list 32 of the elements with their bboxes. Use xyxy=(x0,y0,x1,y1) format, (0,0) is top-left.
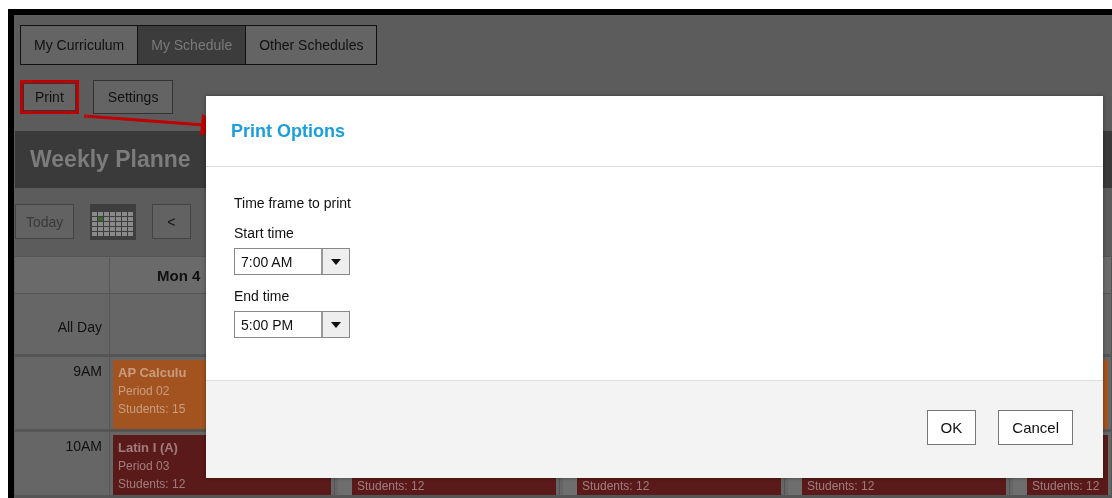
event-detail: Period 03 xyxy=(118,458,171,475)
caret-icon xyxy=(331,258,341,265)
section-label: Time frame to print xyxy=(234,195,352,211)
event-detail: Students: 15 xyxy=(118,401,187,418)
dialog-title: Print Options xyxy=(231,120,345,142)
event-detail: Period 02 xyxy=(118,383,171,400)
field-label: End time xyxy=(234,288,291,304)
cancel-button[interactable]: Cancel xyxy=(998,409,1073,445)
time-label: 9AM xyxy=(73,363,102,379)
event-title: AP Calculu xyxy=(118,364,188,382)
print-button[interactable]: Print xyxy=(20,79,79,115)
event-detail: Students: 12 xyxy=(807,478,876,495)
event-detail: Students: 12 xyxy=(118,476,187,493)
calendar-icon[interactable] xyxy=(90,203,137,240)
planner-title: Weekly Planne xyxy=(30,146,191,174)
ok-button[interactable]: OK xyxy=(926,409,977,445)
time-label: All Day xyxy=(57,319,102,335)
event-detail: Students: 12 xyxy=(1032,478,1101,495)
tab[interactable]: My Curriculum xyxy=(21,26,139,64)
tab[interactable]: Other Schedules xyxy=(246,26,377,64)
time-label: 10AM xyxy=(65,438,102,454)
event-title: Latin I (A) xyxy=(118,439,179,457)
time-select[interactable]: 5:00 PM xyxy=(234,311,350,338)
event-detail: Students: 12 xyxy=(357,478,426,495)
tab[interactable]: My Schedule xyxy=(138,26,247,64)
field-label: Start time xyxy=(234,225,295,241)
caret-icon xyxy=(331,321,341,328)
event-detail: Students: 12 xyxy=(582,478,651,495)
day-header-text: Mon 4 xyxy=(157,266,201,284)
time-select[interactable]: 7:00 AM xyxy=(234,248,350,275)
settings-button[interactable]: Settings xyxy=(92,79,174,115)
previous-button[interactable]: < xyxy=(152,204,191,239)
